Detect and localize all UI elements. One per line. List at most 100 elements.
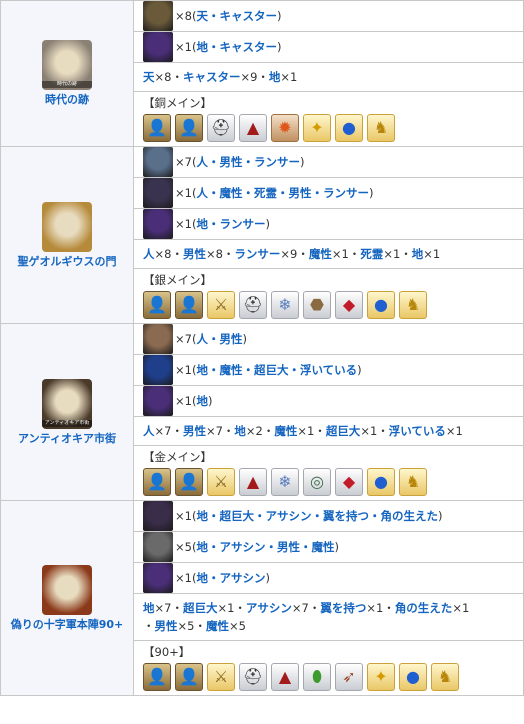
crystal-icon[interactable]: ❄ (271, 291, 299, 319)
knight-portrait-icon[interactable] (143, 147, 173, 177)
location-name[interactable]: 聖ゲオルギウスの門 (1, 255, 133, 269)
blue-orb-icon[interactable]: ● (367, 468, 395, 496)
servant-icon[interactable]: 👤 (143, 468, 171, 496)
enemy-row: 偽りの十字軍本陣90+ ×1(地・超巨大・アサシン・翼を持つ・角の生えた) (0, 500, 524, 696)
red-cloak-icon[interactable]: ▲ (239, 468, 267, 496)
red-gem-icon[interactable]: ◆ (335, 291, 363, 319)
skeleton-portrait-icon[interactable] (143, 1, 173, 31)
gold-statue-icon[interactable]: ♞ (399, 468, 427, 496)
gold-statue-icon[interactable]: ♞ (399, 291, 427, 319)
servant-icon[interactable]: 👤 (143, 114, 171, 142)
trait-name: 翼を持つ (320, 601, 367, 615)
material-cell: 【金メイン】 👤 👤 ⚔ ▲ ❄ ◎ ◆ ● ♞ (133, 445, 524, 501)
material-icons: 👤 👤 ⚔ ⛑ ▲ ⬮ ➶ ✦ ● ♞ (143, 663, 514, 691)
shadow-portrait-icon[interactable] (143, 386, 173, 416)
fire-gem-icon[interactable]: ✹ (271, 114, 299, 142)
enemy-count-text: ×1(地・キャスター) (175, 40, 282, 54)
enemy-cell: ×1(人・魔性・死霊・男性・ランサー) (133, 177, 524, 209)
trait-count: ×8・ (154, 247, 183, 261)
location-image[interactable]: 時代の跡 (42, 40, 92, 90)
location-cell: アンティオキア市街 アンティオキア市街 (0, 323, 134, 501)
enemy-count-text: ×7(人・男性) (175, 332, 247, 346)
enemy-traits: 地・超巨大・アサシン・翼を持つ・角の生えた (196, 509, 438, 523)
blue-orb-icon[interactable]: ● (367, 291, 395, 319)
red-cloak-icon[interactable]: ▲ (271, 663, 299, 691)
trait-count: ×8・ (154, 70, 183, 84)
sword-icon[interactable]: ⚔ (207, 291, 235, 319)
trait-name: 地 (268, 70, 281, 84)
trait-count: ×1・ (366, 601, 395, 615)
trait-count: ×2・ (245, 424, 275, 438)
trait-name: キャスター (182, 70, 241, 84)
servant-icon[interactable]: 👤 (143, 291, 171, 319)
trait-name: 男性 (154, 619, 178, 633)
location-image-caption: 時代の跡 (42, 81, 92, 88)
trait-summary: 天×8・キャスター×9・地×1 (133, 62, 524, 92)
blue-monster-portrait-icon[interactable] (143, 355, 173, 385)
blue-orb-icon[interactable]: ● (399, 663, 427, 691)
trait-count: ×7・ (291, 601, 321, 615)
enemy-cell: ×1(地・魔性・超巨大・浮いている) (133, 354, 524, 386)
trait-name: 男性 (182, 247, 206, 261)
enemy-count-text: ×1(地・ランサー) (175, 217, 270, 231)
trait-count: ・ (143, 619, 155, 633)
helmet-icon[interactable]: ⛑ (207, 114, 235, 142)
blue-orb-icon[interactable]: ● (335, 114, 363, 142)
trait-count: ×1 (452, 601, 470, 615)
trait-count: ×7・ (205, 424, 235, 438)
servant-icon[interactable]: 👤 (175, 663, 203, 691)
trait-name: 人 (143, 247, 155, 261)
shadow-portrait-icon[interactable] (143, 209, 173, 239)
enemy-row: 時代の跡 時代の跡 ×8(天・キャスター) (0, 0, 524, 147)
material-title: 【金メイン】 (143, 450, 212, 464)
soldier-portrait-icon[interactable] (143, 324, 173, 354)
gold-statue-icon[interactable]: ♞ (431, 663, 459, 691)
compass-icon[interactable]: ◎ (303, 468, 331, 496)
location-image[interactable]: アンティオキア市街 (42, 378, 92, 429)
location-name[interactable]: 時代の跡 (1, 93, 133, 107)
sword-icon[interactable]: ⚔ (207, 663, 235, 691)
material-title: 【銅メイン】 (143, 96, 212, 110)
pouch-icon[interactable]: ⬣ (303, 291, 331, 319)
enemy-cell: ×5(地・アサシン・男性・魔性) (133, 531, 524, 563)
sword-icon[interactable]: ⚔ (207, 468, 235, 496)
red-cloak-icon[interactable]: ▲ (239, 114, 267, 142)
location-image[interactable] (42, 201, 92, 252)
enemy-count-text: ×1(地・超巨大・アサシン・翼を持つ・角の生えた) (175, 509, 443, 523)
location-name[interactable]: 偽りの十字軍本陣90+ (1, 618, 133, 632)
location-image[interactable] (42, 564, 92, 615)
dragon-portrait-icon[interactable] (143, 501, 173, 531)
enemy-count-text: ×5(地・アサシン・男性・魔性) (175, 540, 339, 554)
gold-star-icon[interactable]: ✦ (367, 663, 395, 691)
material-icons: 👤 👤 ⚔ ⛑ ❄ ⬣ ◆ ● ♞ (143, 291, 514, 319)
crystal-icon[interactable]: ❄ (271, 468, 299, 496)
shadow-portrait-icon[interactable] (143, 32, 173, 62)
trait-count: ×5 (228, 619, 246, 633)
servant-icon[interactable]: 👤 (175, 291, 203, 319)
enemy-traits: 地・アサシン・男性・魔性 (196, 540, 335, 554)
servant-icon[interactable]: 👤 (175, 114, 203, 142)
shadow-portrait-icon[interactable] (143, 563, 173, 593)
dark-knight-portrait-icon[interactable] (143, 178, 173, 208)
helmet-icon[interactable]: ⛑ (239, 291, 267, 319)
trait-count: ×1・ (331, 247, 361, 261)
enemy-cell: ×8(天・キャスター) (133, 0, 524, 32)
enemy-traits: 地・ランサー (196, 217, 266, 231)
enemy-count-text: ×8(天・キャスター) (175, 9, 282, 23)
servant-icon[interactable]: 👤 (175, 468, 203, 496)
trait-name: 死霊 (360, 247, 384, 261)
trait-name: 浮いている (388, 424, 446, 438)
trait-name: 超巨大 (182, 601, 218, 615)
green-seed-icon[interactable]: ⬮ (303, 663, 331, 691)
trait-name: 人 (143, 424, 155, 438)
servant-icon[interactable]: 👤 (143, 663, 171, 691)
location-name[interactable]: アンティオキア市街 (1, 432, 133, 446)
enemy-cell: ×1(地・キャスター) (133, 31, 524, 63)
assassin-portrait-icon[interactable] (143, 532, 173, 562)
enemy-cell: ×1(地・アサシン) (133, 562, 524, 594)
gold-statue-icon[interactable]: ♞ (367, 114, 395, 142)
red-gem-icon[interactable]: ◆ (335, 468, 363, 496)
arrow-icon[interactable]: ➶ (335, 663, 363, 691)
helmet-icon[interactable]: ⛑ (239, 663, 267, 691)
gold-star-icon[interactable]: ✦ (303, 114, 331, 142)
